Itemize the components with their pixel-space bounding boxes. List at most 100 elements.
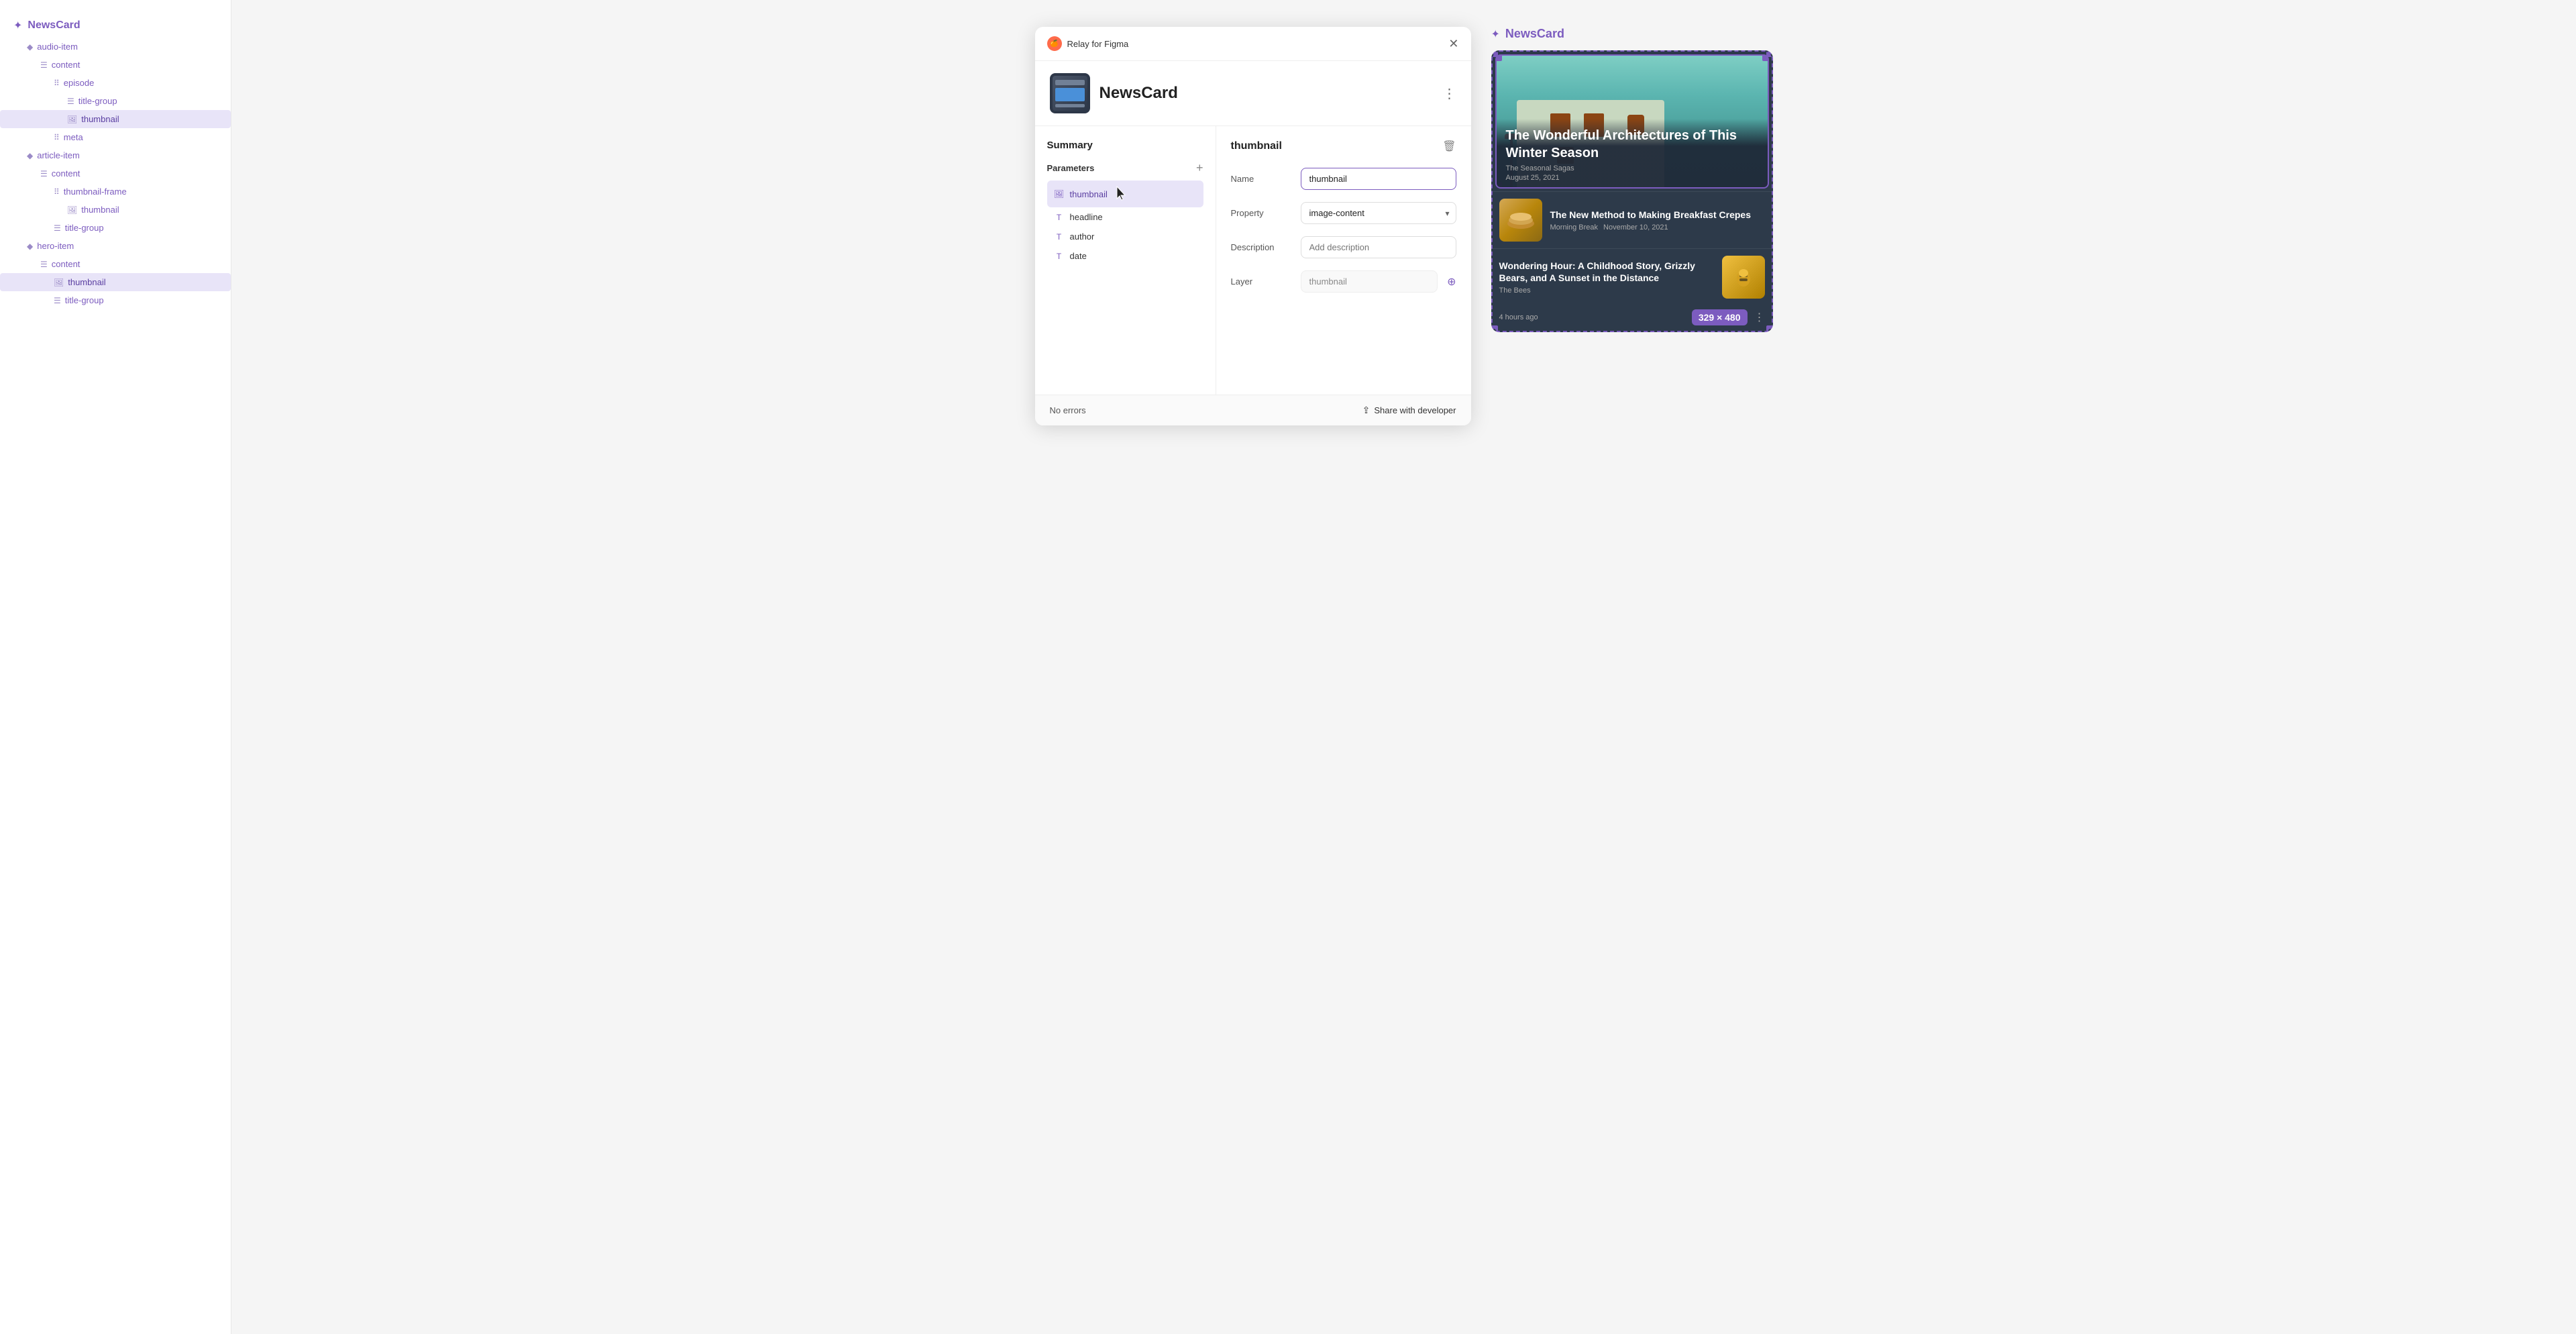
property-label: Property: [1231, 208, 1291, 218]
param-headline[interactable]: T headline: [1047, 207, 1203, 227]
sidebar-item-title-group-1[interactable]: ☰ title-group: [0, 92, 231, 110]
property-select[interactable]: image-content: [1301, 202, 1456, 224]
property-row: Property image-content ▾: [1231, 202, 1456, 224]
sidebar-item-meta[interactable]: ⠿ meta: [0, 128, 231, 146]
param-image-icon: 🖼: [1054, 189, 1065, 199]
newscard-root-icon: ✦: [13, 19, 22, 32]
bars-icon-3: ⠿: [54, 187, 60, 197]
close-button[interactable]: ✕: [1448, 38, 1458, 50]
hero-title: The Wonderful Architectures of This Wint…: [1506, 127, 1758, 162]
relay-icon: 🍊: [1047, 36, 1062, 51]
param-author[interactable]: T author: [1047, 227, 1203, 246]
sidebar-item-title-group-2[interactable]: ☰ title-group: [0, 219, 231, 237]
dialog-footer: No errors ⇪ Share with developer: [1035, 395, 1471, 425]
param-date[interactable]: T date: [1047, 246, 1203, 266]
relay-dialog: 🍊 Relay for Figma ✕ NewsCard ⋮: [1035, 27, 1471, 425]
article-thumb-bees: [1722, 256, 1765, 299]
article-thumb-crepes: [1499, 199, 1542, 242]
dialog-titlebar-left: 🍊 Relay for Figma: [1047, 36, 1129, 51]
param-text-icon-1: T: [1054, 213, 1065, 222]
diamond-icon: ◆: [27, 42, 33, 52]
sidebar-item-content-3[interactable]: ☰ content: [0, 255, 231, 273]
sidebar-item-title-group-3[interactable]: ☰ title-group: [0, 291, 231, 309]
menu-icon-5: ☰: [40, 260, 48, 269]
corner-handle-br: [1766, 325, 1773, 332]
preview-header: ✦ NewsCard: [1491, 27, 1773, 41]
component-header: NewsCard ⋮: [1035, 61, 1471, 126]
dialog-titlebar: 🍊 Relay for Figma ✕: [1035, 27, 1471, 61]
property-select-wrapper: image-content ▾: [1301, 202, 1456, 224]
description-input[interactable]: [1301, 236, 1456, 258]
hero-overlay: The Wonderful Architectures of This Wint…: [1497, 119, 1768, 187]
sidebar-root-item[interactable]: ✦ NewsCard: [0, 13, 231, 38]
diamond-icon-2: ◆: [27, 151, 33, 160]
article-time: 4 hours ago: [1499, 313, 1538, 321]
preview-newscard-icon: ✦: [1491, 28, 1500, 41]
param-thumbnail[interactable]: 🖼 thumbnail: [1047, 181, 1203, 207]
preview-title: NewsCard: [1505, 27, 1564, 41]
image-icon-2: 🖼: [67, 205, 77, 215]
sidebar-item-content-1[interactable]: ☰ content: [0, 56, 231, 74]
share-label: Share with developer: [1374, 405, 1456, 415]
description-row: Description: [1231, 236, 1456, 258]
sidebar-item-article-item[interactable]: ◆ article-item: [0, 146, 231, 164]
sidebar-item-episode[interactable]: ⠿ episode: [0, 74, 231, 92]
layer-label: Layer: [1231, 276, 1291, 287]
sidebar-item-thumbnail-frame[interactable]: ⠿ thumbnail-frame: [0, 183, 231, 201]
sidebar-item-thumbnail-2[interactable]: 🖼 thumbnail: [0, 201, 231, 219]
article-info-1: The New Method to Making Breakfast Crepe…: [1550, 209, 1765, 232]
sidebar-item-thumbnail-1[interactable]: 🖼 thumbnail: [0, 110, 231, 128]
component-header-left: NewsCard: [1050, 73, 1178, 113]
share-icon: ⇪: [1362, 405, 1371, 416]
params-header: Parameters +: [1047, 162, 1203, 174]
article-title-1: The New Method to Making Breakfast Crepe…: [1550, 209, 1765, 221]
bars-icon-2: ⠿: [54, 133, 60, 142]
crepes-image: [1499, 199, 1542, 242]
article-source-2: The Bees: [1499, 287, 1531, 295]
menu-icon-4: ☰: [54, 223, 61, 233]
more-options-button[interactable]: ⋮: [1443, 85, 1456, 102]
thumb-stripe-3: [1055, 104, 1085, 107]
component-thumbnail: [1050, 73, 1090, 113]
corner-handle-tr: [1766, 50, 1773, 57]
param-text-icon-2: T: [1054, 232, 1065, 242]
parameters-label: Parameters: [1047, 163, 1095, 173]
diamond-icon-3: ◆: [27, 242, 33, 251]
detail-header: thumbnail 🗑: [1231, 140, 1456, 153]
sidebar-item-audio-item[interactable]: ◆ audio-item: [0, 38, 231, 56]
name-row: Name: [1231, 168, 1456, 190]
sidebar-root-label: NewsCard: [28, 19, 80, 32]
article-source-1: Morning Break: [1550, 223, 1599, 232]
param-text-icon-3: T: [1054, 252, 1065, 261]
dialog-left-panel: Summary Parameters + 🖼 thumbnail T: [1035, 126, 1216, 395]
bars-icon: ⠿: [54, 79, 60, 88]
name-input[interactable]: [1301, 168, 1456, 190]
menu-icon-3: ☰: [40, 169, 48, 178]
share-button[interactable]: ⇪ Share with developer: [1362, 405, 1456, 416]
article-info-2: Wondering Hour: A Childhood Story, Grizz…: [1499, 260, 1722, 295]
image-icon-3: 🖼: [54, 278, 64, 287]
sidebar-item-thumbnail-3[interactable]: 🖼 thumbnail: [0, 273, 231, 291]
sidebar-item-hero-item[interactable]: ◆ hero-item: [0, 237, 231, 255]
sidebar-item-content-2[interactable]: ☰ content: [0, 164, 231, 183]
thumb-stripe-2: [1055, 88, 1085, 101]
detail-title: thumbnail: [1231, 140, 1282, 152]
size-badge: 329 × 480: [1692, 309, 1748, 325]
article-more-button[interactable]: ⋮: [1754, 311, 1765, 324]
component-thumb-inner: [1053, 76, 1087, 111]
hero-source: The Seasonal Sagas: [1506, 164, 1758, 172]
name-label: Name: [1231, 174, 1291, 184]
delete-button[interactable]: 🗑: [1442, 140, 1456, 153]
description-label: Description: [1231, 242, 1291, 252]
add-parameter-button[interactable]: +: [1196, 162, 1203, 174]
article-title-2: Wondering Hour: A Childhood Story, Grizz…: [1499, 260, 1715, 284]
target-layer-button[interactable]: ⊕: [1447, 275, 1456, 289]
article-footer: 4 hours ago 329 × 480 ⋮: [1493, 305, 1772, 331]
image-icon-1: 🖼: [67, 115, 77, 124]
menu-icon-6: ☰: [54, 296, 61, 305]
corner-handle-bl: [1491, 325, 1498, 332]
hero-section: The Wonderful Architectures of This Wint…: [1495, 54, 1769, 189]
hero-date: August 25, 2021: [1506, 174, 1758, 182]
footer-controls: 329 × 480 ⋮: [1692, 309, 1765, 325]
corner-handle-tl: [1491, 50, 1498, 57]
